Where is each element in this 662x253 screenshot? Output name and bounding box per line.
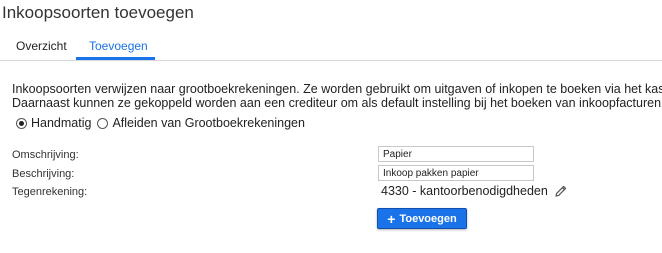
tab-toevoegen[interactable]: Toevoegen (89, 39, 148, 53)
plus-icon: + (387, 210, 396, 227)
intro-line-2: Daarnaast kunnen ze gekoppeld worden aan… (12, 96, 662, 110)
radio-afleiden-label[interactable]: Afleiden van Grootboekrekeningen (112, 116, 305, 130)
pencil-icon[interactable] (554, 184, 568, 198)
add-button-label: Toevoegen (399, 212, 457, 225)
tab-bar: Overzicht Toevoegen (0, 36, 662, 61)
active-tab-indicator (76, 57, 155, 60)
tegenrekening-value: 4330 - kantoorbenodigdheden (381, 184, 548, 198)
radio-selected-dot (19, 120, 24, 126)
radio-handmatig[interactable] (16, 117, 27, 129)
add-button[interactable]: + Toevoegen (377, 208, 467, 229)
omschrijving-label: Omschrijving: (12, 149, 79, 161)
tegenrekening-row: 4330 - kantoorbenodigdheden (381, 184, 568, 198)
intro-line-1: Inkoopsoorten verwijzen naar grootboekre… (12, 82, 662, 96)
radio-handmatig-label[interactable]: Handmatig (31, 116, 91, 130)
intro-text: Inkoopsoorten verwijzen naar grootboekre… (12, 82, 662, 110)
radio-afleiden[interactable] (97, 117, 109, 129)
beschrijving-label: Beschrijving: (12, 168, 75, 180)
tegenrekening-label: Tegenrekening: (12, 186, 88, 198)
beschrijving-field[interactable] (378, 165, 534, 181)
omschrijving-field[interactable] (378, 146, 534, 162)
tab-overzicht[interactable]: Overzicht (16, 39, 67, 53)
mode-radio-group: Handmatig Afleiden van Grootboekrekening… (16, 116, 311, 130)
page-title: Inkoopsoorten toevoegen (2, 3, 194, 22)
